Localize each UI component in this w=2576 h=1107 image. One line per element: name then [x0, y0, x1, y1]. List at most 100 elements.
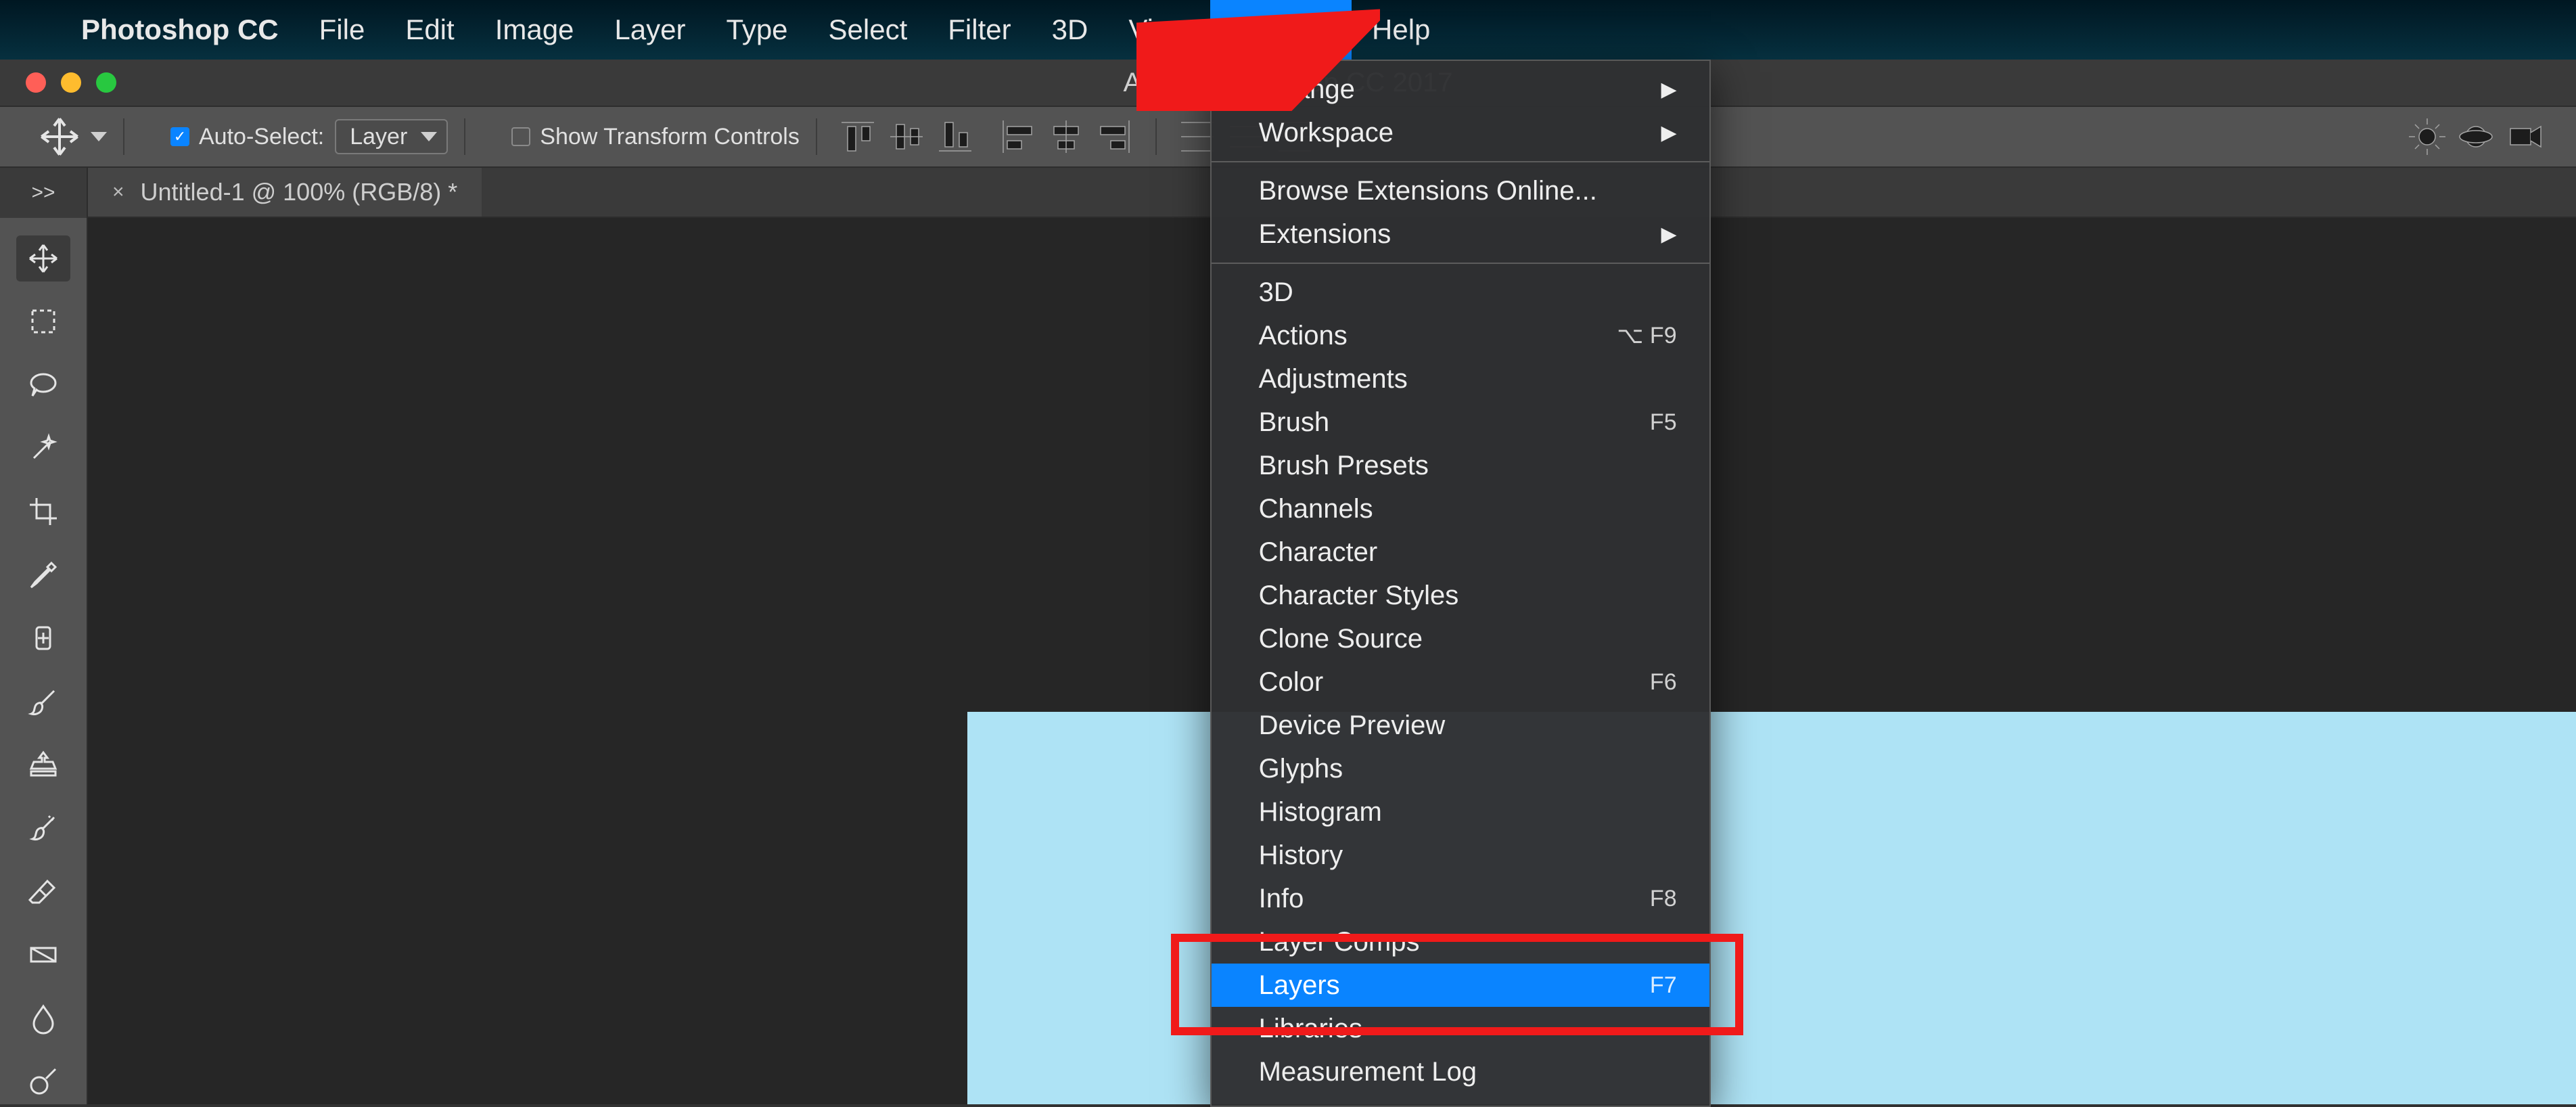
menu-layer[interactable]: Layer	[594, 0, 706, 60]
artboard[interactable]	[967, 712, 2576, 1104]
window-menu-item-layers[interactable]: Layers F7	[1212, 964, 1709, 1007]
menu-help[interactable]: Help	[1352, 0, 1450, 60]
menu-item-label: Clone Source	[1259, 624, 1423, 654]
blur-tool[interactable]	[16, 995, 70, 1041]
window-menu-item-layer-comps[interactable]: Layer Comps	[1212, 920, 1709, 964]
auto-select-label: Auto-Select:	[199, 124, 324, 150]
menu-item-label: Layers	[1259, 970, 1340, 1001]
brush-tool[interactable]	[16, 679, 70, 725]
window-menu-item-histogram[interactable]: Histogram	[1212, 790, 1709, 834]
close-button[interactable]	[26, 72, 46, 93]
menu-type[interactable]: Type	[706, 0, 808, 60]
app-menu[interactable]: Photoshop CC	[61, 0, 299, 60]
menu-item-label: Adjustments	[1259, 364, 1408, 394]
window-menu-item-actions[interactable]: Actions⌥ F9	[1212, 314, 1709, 357]
separator	[1155, 118, 1157, 155]
menu-item-label: Extensions	[1259, 219, 1392, 250]
auto-select-target-dropdown[interactable]: Layer	[335, 119, 448, 154]
chevron-down-icon	[421, 132, 437, 141]
show-transform-option[interactable]: Show Transform Controls	[511, 124, 800, 150]
auto-select-option[interactable]: Auto-Select: Layer	[170, 119, 448, 154]
tool-preset-dropdown-icon[interactable]	[91, 132, 107, 141]
current-tool-icon[interactable]	[38, 115, 81, 158]
eraser-tool[interactable]	[16, 869, 70, 915]
magic-wand-tool[interactable]	[16, 426, 70, 472]
menu-item-label: Workspace	[1259, 118, 1394, 148]
window-menu-item-extensions[interactable]: Extensions ▶	[1212, 212, 1709, 256]
menu-item-label: Device Preview	[1259, 710, 1446, 741]
menu-item-label: Channels	[1259, 494, 1373, 524]
menu-select[interactable]: Select	[808, 0, 928, 60]
window-menu-item-adjustments[interactable]: Adjustments	[1212, 357, 1709, 401]
window-menu-item-character[interactable]: Character	[1212, 530, 1709, 574]
window-menu-item-color[interactable]: ColorF6	[1212, 660, 1709, 704]
menu-item-label: History	[1259, 840, 1343, 871]
menu-image[interactable]: Image	[475, 0, 595, 60]
healing-brush-tool[interactable]	[16, 615, 70, 661]
window-menu-item-3d[interactable]: 3D	[1212, 271, 1709, 314]
window-menu-item-brush[interactable]: BrushF5	[1212, 401, 1709, 444]
collapse-dock-button[interactable]: >>	[0, 168, 88, 218]
traffic-lights	[26, 72, 116, 93]
move-tool[interactable]	[16, 235, 70, 281]
3d-camera-icon[interactable]	[2504, 116, 2545, 157]
menu-item-label: Info	[1259, 884, 1304, 914]
separator	[464, 118, 465, 155]
auto-select-checkbox[interactable]	[170, 127, 189, 146]
crop-tool[interactable]	[16, 489, 70, 535]
zoom-button[interactable]	[96, 72, 116, 93]
menu-item-label: Actions	[1259, 321, 1348, 351]
menu-item-shortcut: F5	[1650, 409, 1677, 436]
menu-window[interactable]: Window	[1210, 0, 1352, 60]
3d-orbit-icon[interactable]	[2456, 116, 2496, 157]
eyedropper-tool[interactable]	[16, 552, 70, 598]
close-tab-icon[interactable]: ×	[112, 181, 124, 204]
align-vcenter-icon[interactable]	[886, 116, 927, 157]
window-menu-item-device-preview[interactable]: Device Preview	[1212, 704, 1709, 747]
window-menu-item-glyphs[interactable]: Glyphs	[1212, 747, 1709, 790]
window-menu-item-info[interactable]: Info F8	[1212, 877, 1709, 920]
show-transform-checkbox[interactable]	[511, 127, 530, 146]
window-menu-item-history[interactable]: History	[1212, 834, 1709, 877]
menu-filter[interactable]: Filter	[927, 0, 1031, 60]
submenu-arrow-icon: ▶	[1661, 223, 1677, 246]
window-menu-item-measurement-log[interactable]: Measurement Log	[1212, 1050, 1709, 1093]
menu-item-label: Brush Presets	[1259, 451, 1429, 481]
3d-mode-icon[interactable]	[2407, 116, 2447, 157]
window-menu-item-libraries[interactable]: Libraries	[1212, 1007, 1709, 1050]
window-menu-item-character-styles[interactable]: Character Styles	[1212, 574, 1709, 617]
menu-item-label: 3D	[1259, 277, 1293, 308]
window-menu-item-browse-extensions-online[interactable]: Browse Extensions Online...	[1212, 169, 1709, 212]
align-right-icon[interactable]	[1095, 116, 1135, 157]
menu-3d[interactable]: 3D	[1032, 0, 1109, 60]
window-menu-dropdown: Arrange▶ Workspace ▶ Browse Extensions Onli…	[1210, 60, 1711, 1107]
menu-item-shortcut: F8	[1650, 886, 1677, 912]
menu-file[interactable]: File	[299, 0, 386, 60]
menu-separator	[1212, 161, 1709, 162]
window-menu-item-channels[interactable]: Channels	[1212, 487, 1709, 530]
menu-item-label: Glyphs	[1259, 754, 1343, 784]
align-left-icon[interactable]	[997, 116, 1038, 157]
submenu-arrow-icon: ▶	[1661, 121, 1677, 145]
lasso-tool[interactable]	[16, 362, 70, 408]
show-transform-label: Show Transform Controls	[540, 124, 800, 150]
clone-stamp-tool[interactable]	[16, 742, 70, 788]
gradient-tool[interactable]	[16, 932, 70, 978]
history-brush-tool[interactable]	[16, 805, 70, 851]
window-menu-item-arrange[interactable]: Arrange▶	[1212, 68, 1709, 111]
menu-edit[interactable]: Edit	[385, 0, 474, 60]
minimize-button[interactable]	[61, 72, 81, 93]
submenu-arrow-icon: ▶	[1661, 78, 1677, 101]
menu-item-label: Layer Comps	[1259, 927, 1420, 957]
window-menu-item-clone-source[interactable]: Clone Source	[1212, 617, 1709, 660]
align-bottom-icon[interactable]	[935, 116, 975, 157]
menu-item-shortcut: F7	[1650, 972, 1677, 999]
align-hcenter-icon[interactable]	[1046, 116, 1086, 157]
window-menu-item-workspace[interactable]: Workspace ▶	[1212, 111, 1709, 154]
menu-view[interactable]: View	[1108, 0, 1210, 60]
dodge-tool[interactable]	[16, 1059, 70, 1105]
window-menu-item-brush-presets[interactable]: Brush Presets	[1212, 444, 1709, 487]
document-tab[interactable]: × Untitled-1 @ 100% (RGB/8) *	[88, 168, 482, 217]
marquee-tool[interactable]	[16, 299, 70, 345]
align-top-icon[interactable]	[837, 116, 878, 157]
